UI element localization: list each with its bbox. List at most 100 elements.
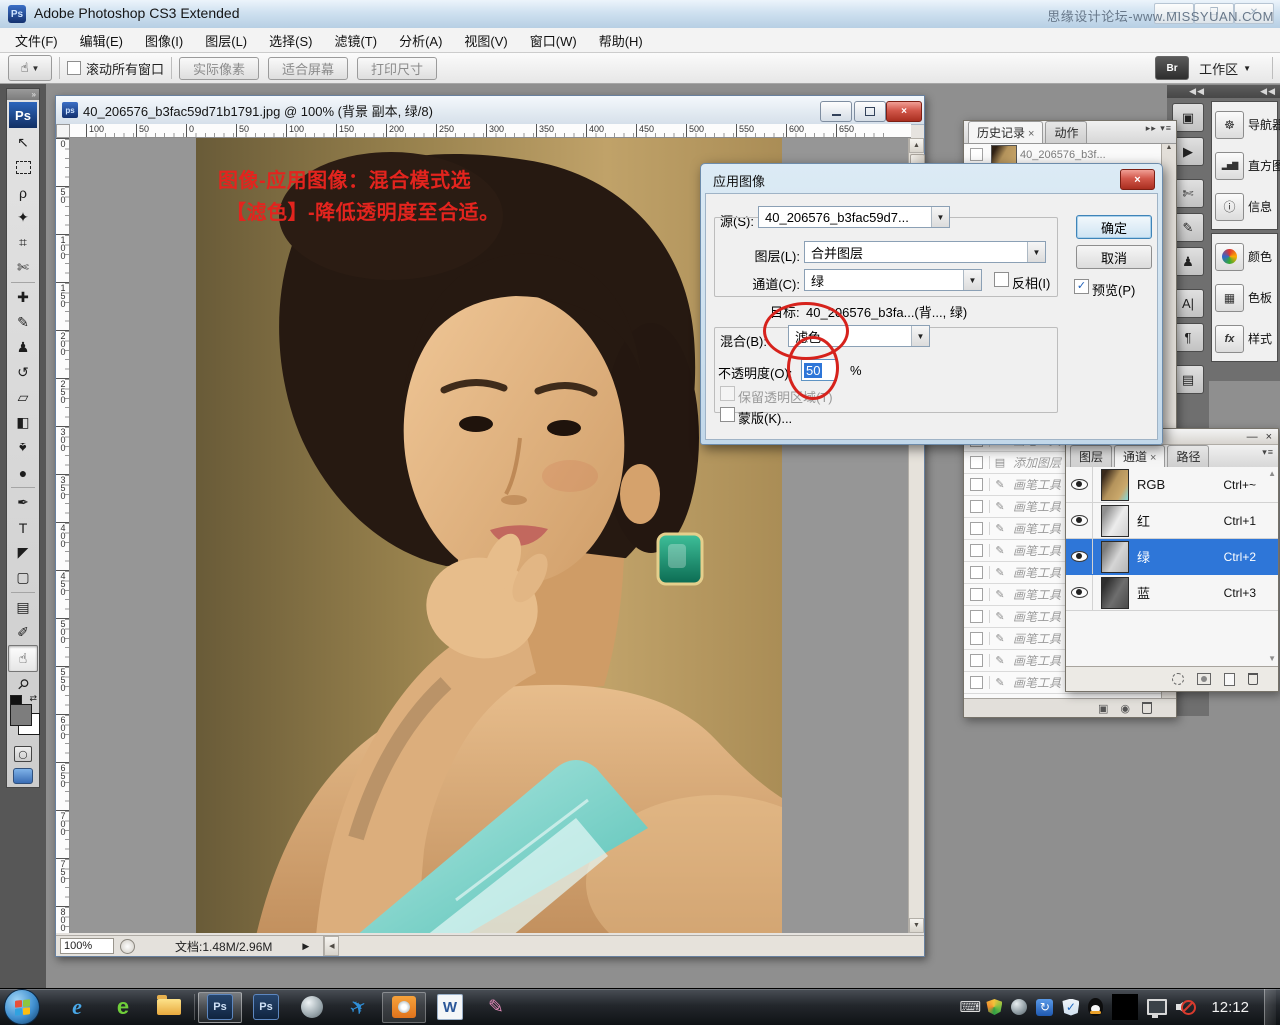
- horizontal-scrollbar[interactable]: ◀: [323, 936, 924, 956]
- preview-checkbox[interactable]: ✓: [1074, 279, 1089, 294]
- globe-tray-icon[interactable]: [1011, 999, 1028, 1015]
- qq-tray-icon[interactable]: [1088, 998, 1104, 1016]
- history-source-checkbox[interactable]: [970, 148, 983, 161]
- slice-tool-icon[interactable]: ✄: [7, 255, 39, 280]
- shape-tool-icon[interactable]: ▢: [7, 565, 39, 590]
- menu-item-8[interactable]: 窗口(W): [519, 28, 588, 53]
- delete-state-icon[interactable]: [1142, 702, 1152, 714]
- history-source-checkbox[interactable]: [970, 676, 983, 689]
- tab-历史记录[interactable]: 历史记录 ×: [968, 121, 1044, 143]
- layer-dropdown[interactable]: 合并图层 ▼: [804, 241, 1046, 263]
- tab-动作[interactable]: 动作: [1045, 121, 1088, 143]
- explorer-folder-icon[interactable]: [147, 992, 191, 1023]
- paint-app-icon[interactable]: ✎: [474, 992, 518, 1023]
- keyboard-tray-icon[interactable]: ⌨: [959, 998, 981, 1016]
- mask-checkbox[interactable]: [720, 407, 735, 422]
- menu-item-7[interactable]: 视图(V): [453, 28, 518, 53]
- close-icon[interactable]: ×: [1150, 452, 1156, 464]
- save-selection-icon[interactable]: [1197, 673, 1211, 685]
- menu-item-3[interactable]: 图层(L): [194, 28, 258, 53]
- panel-menu-icon[interactable]: ▾≡: [1262, 447, 1274, 458]
- blur-tool-icon[interactable]: ♠: [7, 435, 39, 460]
- ok-button[interactable]: 确定: [1076, 215, 1152, 239]
- brush-tool-icon[interactable]: ✎: [7, 310, 39, 335]
- scroll-down-icon[interactable]: ▼: [909, 918, 924, 933]
- status-flyout-button[interactable]: ▶: [302, 941, 309, 952]
- dialog-close-button[interactable]: ×: [1120, 169, 1155, 190]
- panel-button-色板[interactable]: ▦ 色板: [1212, 277, 1277, 318]
- panel-button-信息[interactable]: ⓘ 信息: [1212, 186, 1277, 227]
- swap-colors-icon[interactable]: ⇄: [29, 693, 37, 704]
- print-size-button[interactable]: 打印尺寸: [357, 56, 438, 80]
- path-select-tool-icon[interactable]: ◤: [7, 540, 39, 565]
- channel-dropdown[interactable]: 绿 ▼: [804, 269, 982, 291]
- panel-menu-icon[interactable]: ▸▸ ▾≡: [1146, 123, 1172, 134]
- channel-row-RGB[interactable]: RGB Ctrl+~: [1066, 467, 1278, 503]
- notes-tool-icon[interactable]: ▤: [7, 595, 39, 620]
- menu-item-4[interactable]: 选择(S): [258, 28, 323, 53]
- scroll-up-icon[interactable]: ▲: [909, 138, 924, 153]
- cancel-button[interactable]: 取消: [1076, 245, 1152, 269]
- type-tool-icon[interactable]: T: [7, 515, 39, 540]
- tab-通道[interactable]: 通道 ×: [1114, 445, 1166, 467]
- menu-item-6[interactable]: 分析(A): [388, 28, 453, 53]
- history-source-checkbox[interactable]: [970, 610, 983, 623]
- taskbar-clock[interactable]: 12:12: [1211, 999, 1249, 1016]
- panel-button-颜色[interactable]: 颜色: [1212, 236, 1277, 277]
- visibility-cell[interactable]: [1066, 575, 1093, 610]
- actual-pixels-button[interactable]: 实际像素: [179, 56, 260, 80]
- menu-item-2[interactable]: 图像(I): [134, 28, 194, 53]
- delete-channel-icon[interactable]: [1248, 673, 1258, 685]
- channel-row-红[interactable]: 红 Ctrl+1: [1066, 503, 1278, 539]
- ps-logo-button[interactable]: Ps: [9, 102, 37, 128]
- zoom-level-field[interactable]: 100%: [60, 938, 114, 954]
- channels-scroll-up-icon[interactable]: ▲: [1268, 469, 1276, 478]
- start-button[interactable]: [4, 989, 40, 1025]
- shield-tray-icon[interactable]: [986, 999, 1003, 1015]
- history-source-checkbox[interactable]: [970, 632, 983, 645]
- fit-screen-button[interactable]: 适合屏幕: [268, 56, 349, 80]
- green-browser-icon[interactable]: e: [101, 992, 145, 1023]
- dock-collapse-button[interactable]: ◀◀: [1167, 85, 1209, 98]
- marquee-tool-icon[interactable]: [7, 155, 39, 180]
- visibility-cell[interactable]: [1066, 539, 1093, 574]
- healing-tool-icon[interactable]: ✚: [7, 285, 39, 310]
- panel-close-icon[interactable]: ×: [1266, 431, 1272, 443]
- history-source-checkbox[interactable]: [970, 522, 983, 535]
- tab-路径[interactable]: 路径: [1167, 445, 1210, 467]
- pen-tool-icon[interactable]: ✒: [7, 490, 39, 515]
- visibility-cell[interactable]: [1066, 503, 1093, 538]
- invert-checkbox[interactable]: [994, 272, 1009, 287]
- hand-tool-options-button[interactable]: ☝ ▼: [8, 55, 52, 81]
- dodge-tool-icon[interactable]: ●: [7, 460, 39, 485]
- panel-button-样式[interactable]: fx 样式: [1212, 318, 1277, 359]
- new-document-from-state-icon[interactable]: ▣: [1098, 702, 1108, 715]
- history-source-checkbox[interactable]: [970, 456, 983, 469]
- network-tray-icon[interactable]: [1147, 999, 1168, 1018]
- new-channel-icon[interactable]: [1224, 672, 1235, 686]
- panel-minimize-icon[interactable]: —: [1247, 431, 1258, 443]
- visibility-cell[interactable]: [1066, 467, 1093, 502]
- history-source-checkbox[interactable]: [970, 566, 983, 579]
- menu-item-5[interactable]: 滤镜(T): [323, 28, 388, 53]
- menu-item-0[interactable]: 文件(F): [4, 28, 69, 53]
- toolbox-collapse-button[interactable]: »: [7, 89, 39, 100]
- document-close-button[interactable]: ×: [886, 101, 922, 122]
- show-desktop-button[interactable]: [1264, 989, 1276, 1025]
- quick-select-tool-icon[interactable]: ✦: [7, 205, 39, 230]
- quick-mask-button[interactable]: ◯: [7, 743, 39, 765]
- lasso-tool-icon[interactable]: ρ: [7, 180, 39, 205]
- close-icon[interactable]: ×: [1028, 128, 1034, 140]
- foreground-color-swatch[interactable]: [10, 704, 32, 726]
- thunder-tray-icon[interactable]: ↻: [1036, 998, 1054, 1016]
- panel-button-直方图[interactable]: ▂▅▇ 直方图: [1212, 145, 1280, 186]
- tab-图层[interactable]: 图层: [1070, 445, 1113, 467]
- bird-app-icon[interactable]: ✈: [336, 992, 380, 1023]
- history-source-checkbox[interactable]: [970, 500, 983, 513]
- crop-tool-icon[interactable]: ⌗: [7, 230, 39, 255]
- camera-app-icon[interactable]: [382, 991, 426, 1023]
- channel-row-绿[interactable]: 绿 Ctrl+2: [1066, 539, 1278, 575]
- menu-item-1[interactable]: 编辑(E): [69, 28, 134, 53]
- scroll-left-icon[interactable]: ◀: [324, 936, 340, 956]
- clone-stamp-tool-icon[interactable]: ♟: [7, 335, 39, 360]
